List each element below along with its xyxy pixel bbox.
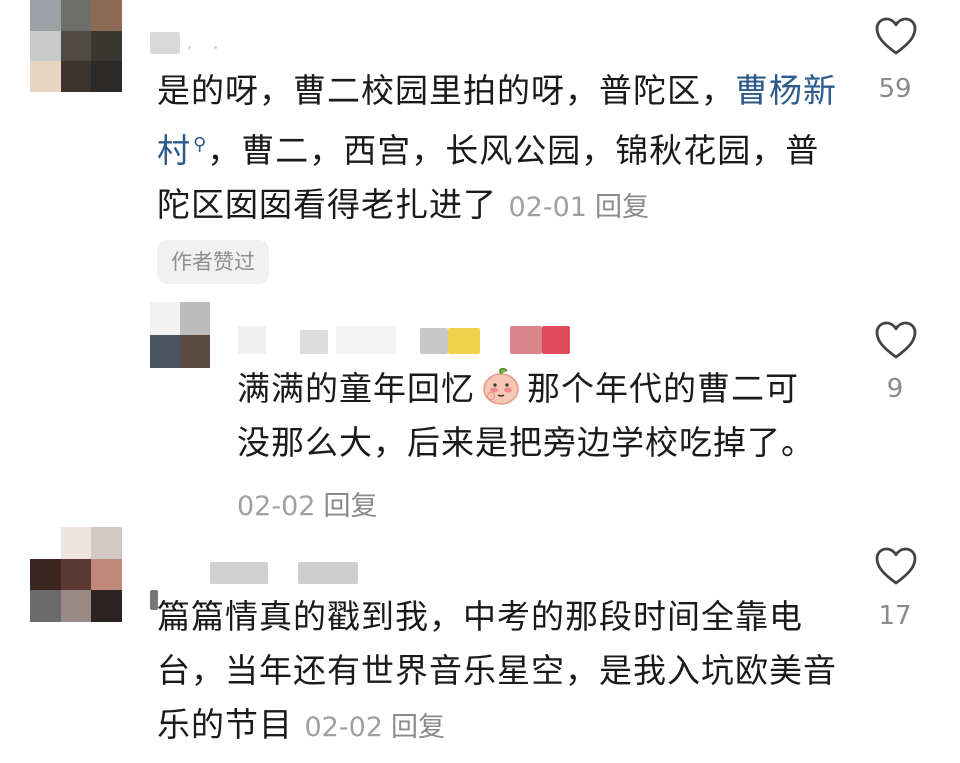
heart-outline-icon[interactable]: [874, 16, 918, 56]
comment-meta: 02-01 回复: [509, 192, 649, 223]
comment-text: 满满的童年回忆 那个年代的曹二可没那么大，后来是把旁边学校吃掉了。: [237, 362, 827, 470]
avatar[interactable]: [150, 302, 210, 368]
user-badge: [542, 326, 570, 354]
author-liked-badge: 作者赞过: [157, 240, 269, 284]
user-badge: [448, 328, 480, 354]
comment-body: 是的呀，曹二校园里拍的呀，普陀区，: [157, 71, 735, 110]
comment-text: 是的呀，曹二校园里拍的呀，普陀区，曹杨新村 ⚲，曹二，西宫，长风公园，锦秋花园，普…: [157, 64, 837, 235]
avatar[interactable]: [30, 0, 122, 92]
username-blurred[interactable]: [298, 562, 358, 584]
user-badge: [420, 328, 448, 354]
comment-date: 02-02: [304, 712, 383, 743]
reply-button[interactable]: 回复: [391, 712, 445, 743]
comment-body: 满满的童年回忆: [237, 369, 475, 408]
like-count: 9: [886, 374, 904, 404]
username-blurred[interactable]: [300, 330, 328, 354]
heart-outline-icon[interactable]: [874, 546, 918, 586]
comment-meta: 02-02 回复: [305, 712, 445, 743]
comment-body: 篇篇情真的戳到我，中考的那段时间全靠电台，当年还有世界音乐星空，是我入坑欧美音乐…: [157, 597, 837, 744]
search-icon: ⚲: [193, 134, 208, 155]
username-blurred[interactable]: [238, 326, 266, 354]
peach-shy-emoji: [483, 367, 519, 405]
comment-date: 02-01: [508, 192, 587, 223]
reply-button[interactable]: 回复: [323, 491, 377, 522]
username-blurred[interactable]: [150, 32, 180, 54]
username-blurred[interactable]: [210, 562, 268, 584]
comment-text: 篇篇情真的戳到我，中考的那段时间全靠电台，当年还有世界音乐星空，是我入坑欧美音乐…: [157, 590, 837, 755]
comment-date: 02-02: [237, 491, 316, 522]
user-badge: [510, 326, 542, 354]
username-blurred[interactable]: [336, 326, 396, 354]
reply-button[interactable]: 回复: [595, 192, 649, 223]
heart-outline-icon[interactable]: [874, 320, 918, 360]
like-count: 17: [878, 601, 912, 631]
avatar[interactable]: [30, 527, 122, 622]
comment-body-continued: ，曹二，西宫，长风公园，锦秋花园，普陀区囡囡看得老扎进了: [157, 131, 820, 224]
like-count: 59: [878, 74, 912, 104]
comment-meta: 02-02 回复: [237, 484, 377, 523]
